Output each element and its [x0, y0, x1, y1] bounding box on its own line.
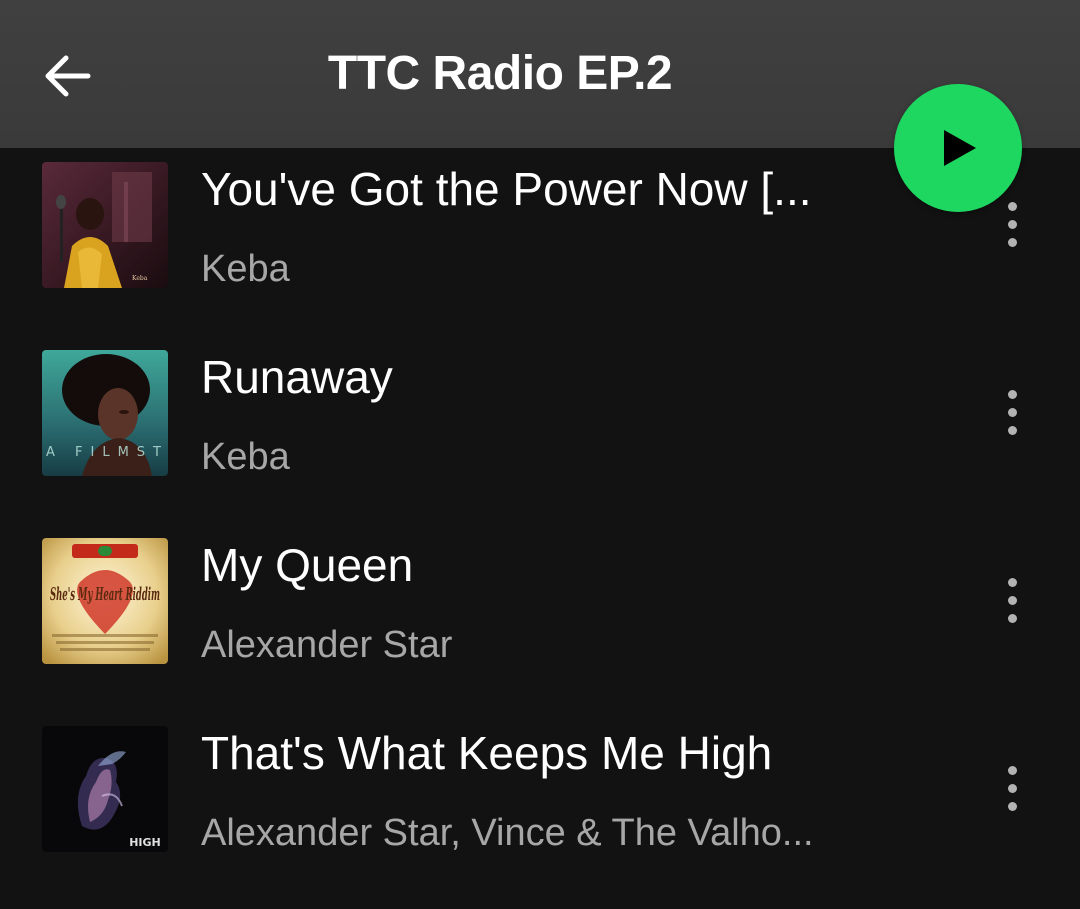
album-art-shes-my-heart-riddim: She's My Heart Riddim: [42, 538, 168, 664]
more-dot: [1007, 783, 1017, 793]
track-row[interactable]: HIGH That's What Keeps Me High Alexander…: [0, 712, 1080, 872]
playlist-screen: TTC Radio EP.2 Keba You've Got the Power…: [0, 0, 1080, 909]
album-art-keba-power: Keba: [42, 162, 168, 288]
more-dot: [1007, 407, 1017, 417]
more-dot: [1007, 389, 1017, 399]
more-options-button[interactable]: [990, 756, 1034, 820]
play-icon: [944, 130, 976, 166]
more-options-button[interactable]: [990, 568, 1034, 632]
art-text: HIGH: [129, 836, 161, 849]
track-artist: Alexander Star: [201, 624, 453, 666]
more-dot: [1007, 219, 1017, 229]
track-row[interactable]: She's My Heart Riddim My Queen Alexander…: [0, 524, 1080, 684]
more-options-button[interactable]: [990, 192, 1034, 256]
more-options-button[interactable]: [990, 380, 1034, 444]
more-dot: [1007, 425, 1017, 435]
more-dot: [1007, 201, 1017, 211]
more-dot: [1007, 595, 1017, 605]
track-artist: Alexander Star, Vince & The Valho...: [201, 812, 814, 854]
more-dot: [1007, 765, 1017, 775]
album-art-keeps-me-high: HIGH: [42, 726, 168, 852]
track-title: My Queen: [201, 539, 414, 591]
play-button[interactable]: [894, 84, 1022, 212]
svg-text:Keba: Keba: [132, 275, 148, 282]
more-dot: [1007, 613, 1017, 623]
track-artist: Keba: [201, 248, 290, 290]
art-text: KEBA FILMSTRIP: [42, 445, 168, 460]
art-text: She's My Heart Riddim: [50, 584, 160, 605]
track-artist: Keba: [201, 436, 290, 478]
more-dot: [1007, 237, 1017, 247]
album-art-keba-filmstrip: KEBA FILMSTRIP: [42, 350, 168, 476]
track-title: Runaway: [201, 351, 393, 403]
more-dot: [1007, 801, 1017, 811]
more-dot: [1007, 577, 1017, 587]
track-title: That's What Keeps Me High: [201, 727, 773, 779]
track-title: You've Got the Power Now [...: [201, 163, 812, 215]
page-title: TTC Radio EP.2: [327, 47, 673, 100]
track-row[interactable]: KEBA FILMSTRIP Runaway Keba: [0, 336, 1080, 496]
